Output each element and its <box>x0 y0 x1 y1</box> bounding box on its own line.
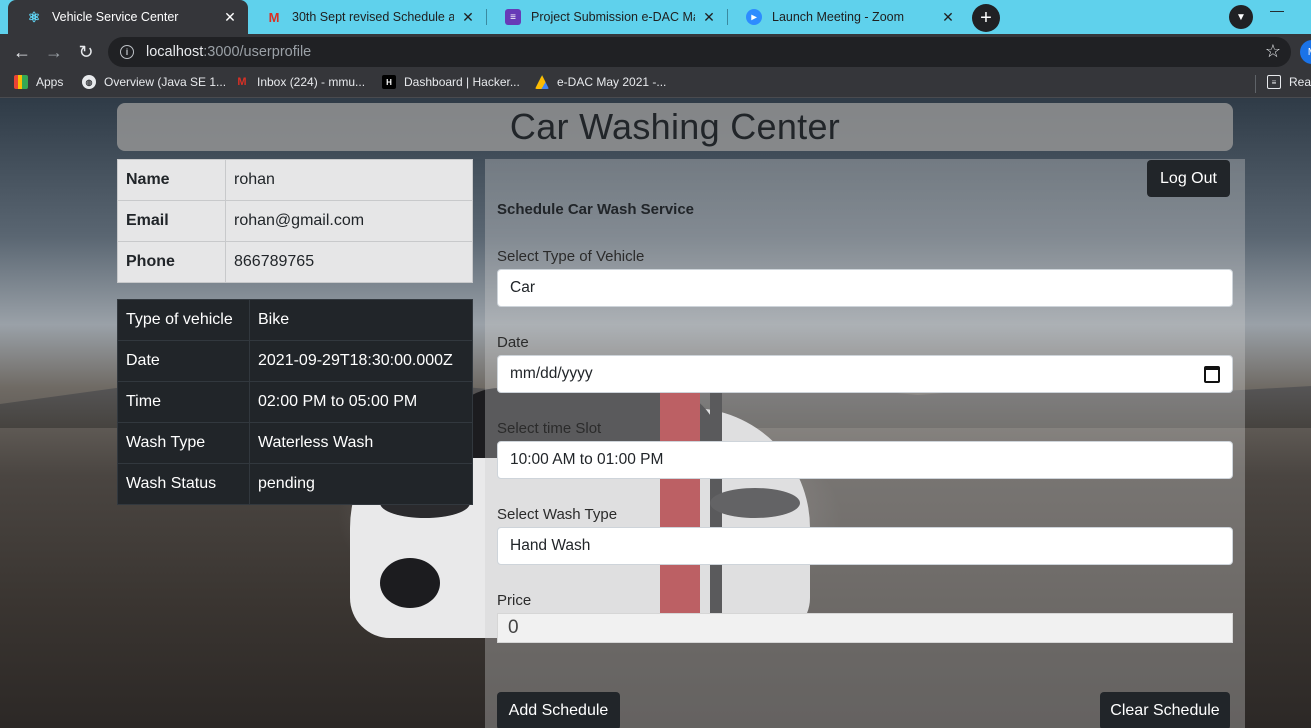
table-row: Phone 866789765 <box>117 241 473 283</box>
close-icon[interactable]: ✕ <box>940 9 956 26</box>
back-arrow-icon[interactable]: ← <box>10 40 34 64</box>
price-field: 0 <box>497 613 1233 643</box>
vehicle-type-selected: Car <box>510 279 535 296</box>
minimize-icon[interactable]: — <box>1270 2 1284 18</box>
vehicle-type-label: Select Type of Vehicle <box>497 248 645 265</box>
price-label: Price <box>497 592 532 609</box>
reading-list-icon: ≡ <box>1267 75 1281 89</box>
tab-project-submission[interactable]: ≡ Project Submission e-DAC May 2 ✕ <box>487 0 727 34</box>
time-value: 02:00 PM to 05:00 PM <box>249 381 473 423</box>
url-host: localhost <box>146 44 204 60</box>
gmail-icon: M <box>268 9 280 25</box>
close-icon[interactable]: ✕ <box>701 9 717 26</box>
bookmark-label: Dashboard | Hacker... <box>404 75 520 89</box>
zoom-icon: ▸ <box>746 9 762 25</box>
wash-type-select[interactable]: Hand Wash <box>497 527 1233 565</box>
close-icon[interactable]: ✕ <box>222 9 238 26</box>
bookmark-hackerrank[interactable]: H Dashboard | Hacker... <box>382 75 520 89</box>
close-icon[interactable]: ✕ <box>460 9 476 26</box>
tab-title: Vehicle Service Center <box>52 10 179 24</box>
tab-title: 30th Sept revised Schedule and 2 <box>292 10 454 24</box>
vehicle-type-value: Bike <box>249 299 473 341</box>
time-slot-selected: 10:00 AM to 01:00 PM <box>510 451 664 468</box>
new-tab-button[interactable]: + <box>972 4 1000 32</box>
wash-status-value: pending <box>249 463 473 505</box>
vehicle-type-select[interactable]: Car <box>497 269 1233 307</box>
time-key: Time <box>117 381 250 423</box>
page-title: Car Washing Center <box>509 106 841 147</box>
bookmark-divider <box>1255 75 1256 93</box>
wash-type-label: Select Wash Type <box>497 506 618 523</box>
table-row: Time 02:00 PM to 05:00 PM <box>117 381 473 423</box>
hackerrank-icon: H <box>382 75 396 89</box>
table-row: Date 2021-09-29T18:30:00.000Z <box>117 340 473 382</box>
wash-type-key: Wash Type <box>117 422 250 464</box>
tab-search-icon[interactable]: ▼ <box>1229 5 1253 29</box>
browser-tab-strip: ⚛ Vehicle Service Center ✕ M 30th Sept r… <box>0 0 1311 34</box>
bookmark-inbox[interactable]: M Inbox (224) - mmu... <box>235 75 365 89</box>
user-email-key: Email <box>117 200 226 242</box>
bookmark-label: Inbox (224) - mmu... <box>257 75 366 89</box>
time-slot-select[interactable]: 10:00 AM to 01:00 PM <box>497 441 1233 479</box>
logout-button[interactable]: Log Out <box>1147 160 1230 197</box>
bookmark-label: Apps <box>36 75 64 89</box>
globe-icon: ◍ <box>82 75 96 89</box>
vehicle-type-key: Type of vehicle <box>117 299 250 341</box>
bookmark-edac[interactable]: e-DAC May 2021 -... <box>535 75 666 89</box>
date-placeholder: mm/dd/yyyy <box>510 365 593 382</box>
url-text: localhost:3000/userprofile <box>146 44 311 60</box>
apps-grid-icon <box>14 75 28 89</box>
calendar-icon[interactable] <box>1204 365 1220 383</box>
table-row: Email rohan@gmail.com <box>117 200 473 242</box>
browser-toolbar: ← → ↻ i localhost:3000/userprofile ☆ <box>0 34 1311 70</box>
table-row: Name rohan <box>117 159 473 201</box>
user-name-value: rohan <box>225 159 473 201</box>
tab-schedule-email[interactable]: M 30th Sept revised Schedule and 2 ✕ <box>248 0 486 34</box>
table-row: Wash Status pending <box>117 463 473 505</box>
forms-icon: ≡ <box>505 9 521 25</box>
forward-arrow-icon[interactable]: → <box>42 40 66 64</box>
date-value: 2021-09-29T18:30:00.000Z <box>249 340 473 382</box>
add-schedule-button[interactable]: Add Schedule <box>497 692 620 728</box>
table-row: Wash Type Waterless Wash <box>117 422 473 464</box>
user-name-key: Name <box>117 159 226 201</box>
bookmark-java-overview[interactable]: ◍ Overview (Java SE 1... <box>82 75 226 89</box>
clear-schedule-button[interactable]: Clear Schedule <box>1100 692 1230 728</box>
form-heading: Schedule Car Wash Service <box>497 201 695 218</box>
user-phone-key: Phone <box>117 241 226 283</box>
drive-icon <box>535 75 549 89</box>
info-icon[interactable]: i <box>120 45 134 59</box>
date-key: Date <box>117 340 250 382</box>
current-schedule-table: Type of vehicle Bike Date 2021-09-29T18:… <box>117 299 473 505</box>
bookmark-label: e-DAC May 2021 -... <box>557 75 667 89</box>
address-bar[interactable]: i localhost:3000/userprofile ☆ <box>108 37 1291 67</box>
react-icon: ⚛ <box>27 8 41 25</box>
bookmark-label: Rea <box>1289 75 1311 89</box>
tab-zoom-meeting[interactable]: ▸ Launch Meeting - Zoom ✕ <box>728 0 966 34</box>
wash-type-value: Waterless Wash <box>249 422 473 464</box>
tab-title: Launch Meeting - Zoom <box>772 10 905 24</box>
date-input[interactable]: mm/dd/yyyy <box>497 355 1233 393</box>
tab-vehicle-service-center[interactable]: ⚛ Vehicle Service Center ✕ <box>8 0 248 34</box>
price-value: 0 <box>508 617 519 638</box>
user-email-value: rohan@gmail.com <box>225 200 473 242</box>
time-slot-label: Select time Slot <box>497 420 602 437</box>
tab-title: Project Submission e-DAC May 2 <box>531 10 695 24</box>
table-row: Type of vehicle Bike <box>117 299 473 341</box>
bookmark-apps[interactable]: Apps <box>14 75 63 89</box>
user-info-table: Name rohan Email rohan@gmail.com Phone 8… <box>117 159 473 283</box>
wash-type-selected: Hand Wash <box>510 537 591 554</box>
date-label: Date <box>497 334 529 351</box>
bookmark-star-icon[interactable]: ☆ <box>1265 41 1281 62</box>
page-header: Car Washing Center <box>117 103 1233 151</box>
bookmarks-bar: Apps ◍ Overview (Java SE 1... M Inbox (2… <box>0 70 1311 98</box>
gmail-icon: M <box>237 76 247 88</box>
user-phone-value: 866789765 <box>225 241 473 283</box>
reload-icon[interactable]: ↻ <box>74 40 98 64</box>
wash-status-key: Wash Status <box>117 463 250 505</box>
url-path: :3000/userprofile <box>203 44 312 60</box>
bookmark-reading-list[interactable]: ≡ Rea <box>1267 75 1311 89</box>
bookmark-label: Overview (Java SE 1... <box>104 75 227 89</box>
